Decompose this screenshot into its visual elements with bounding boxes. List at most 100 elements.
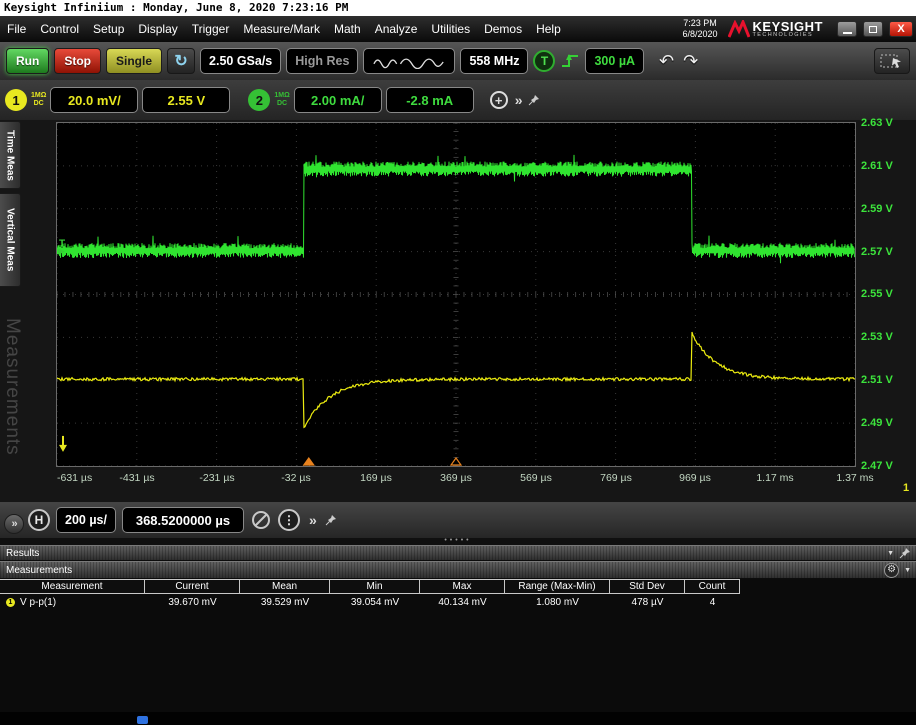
channel-2-button[interactable]: 2: [248, 89, 270, 111]
zoom-icon: [250, 509, 272, 531]
measurements-watermark: Measurements: [1, 318, 23, 456]
trigger-button[interactable]: T: [533, 50, 555, 72]
menu-control[interactable]: Control: [33, 16, 86, 42]
x-axis-tick: -431 µs: [119, 472, 154, 484]
tab-vertical-meas[interactable]: Vertical Meas: [0, 193, 21, 287]
run-control-toolbar: Run Stop Single ↻ 2.50 GSa/s High Res 55…: [0, 42, 916, 80]
x-axis-tick: -231 µs: [199, 472, 234, 484]
channel-1-button[interactable]: 1: [5, 89, 27, 111]
y-axis-tick: 2.49 V: [861, 417, 915, 429]
waveform-area: Time Meas Vertical Meas Measurements T 2…: [0, 120, 916, 502]
x-axis-tick: 969 µs: [679, 472, 711, 484]
measurements-collapse-chevron[interactable]: ▼: [904, 567, 911, 574]
clock: 7:23 PM 6/8/2020: [682, 18, 717, 40]
column-header-range: Range (Max-Min): [505, 580, 610, 593]
y-axis-tick: 2.51 V: [861, 374, 915, 386]
minimize-button[interactable]: [837, 21, 857, 37]
measurement-count: 4: [685, 597, 740, 608]
y-axis-tick: 2.59 V: [861, 203, 915, 215]
measurements-settings-button[interactable]: ⚙: [884, 563, 899, 578]
bandwidth-display[interactable]: 558 MHz: [460, 48, 528, 74]
measurement-max: 40.134 mV: [420, 597, 505, 608]
results-header-controls: ▼: [887, 547, 916, 559]
results-pin-icon[interactable]: [899, 547, 911, 559]
hbar-pin-icon[interactable]: [325, 514, 337, 526]
hbar-more-chevron[interactable]: »: [306, 512, 319, 528]
sine-wave-icon: [372, 53, 446, 69]
x-axis-tick: 769 µs: [600, 472, 632, 484]
single-button[interactable]: Single: [106, 48, 162, 74]
tab-time-meas[interactable]: Time Meas: [0, 121, 21, 189]
measurement-row[interactable]: 1 V p-p(1) 39.670 mV 39.529 mV 39.054 mV…: [0, 594, 740, 610]
trigger-slope-icon[interactable]: [560, 51, 580, 71]
column-header-stddev: Std Dev: [610, 580, 685, 593]
measurement-name-cell: 1 V p-p(1): [0, 597, 145, 608]
close-button[interactable]: X: [889, 21, 913, 37]
keysight-spark-icon: [728, 20, 750, 38]
waveform-style-button[interactable]: [363, 48, 455, 74]
y-axis-tick: 2.47 V: [861, 460, 915, 472]
y-axis-tick: 2.57 V: [861, 246, 915, 258]
panel-drag-handle[interactable]: •••••: [0, 537, 916, 544]
measurement-min: 39.054 mV: [330, 597, 420, 608]
run-button[interactable]: Run: [6, 48, 49, 74]
dots-icon: ⋮: [283, 513, 295, 527]
measurement-mean: 39.529 mV: [240, 597, 330, 608]
menu-demos[interactable]: Demos: [477, 16, 529, 42]
channel-2-scale[interactable]: 2.00 mA/: [294, 87, 382, 113]
channel-pin-icon[interactable]: [528, 94, 540, 106]
horizontal-settings-button[interactable]: H: [28, 509, 50, 531]
menu-file[interactable]: File: [0, 16, 33, 42]
timebase-scale[interactable]: 200 µs/: [56, 507, 116, 533]
restore-button[interactable]: [863, 21, 883, 37]
trigger-level-display[interactable]: 300 µA: [585, 48, 644, 74]
y-axis-tick: 2.63 V: [861, 117, 915, 129]
acquisition-mode-display[interactable]: High Res: [286, 48, 358, 74]
sample-rate-display[interactable]: 2.50 GSa/s: [200, 48, 281, 74]
markers-button[interactable]: ⋮: [278, 509, 300, 531]
measurement-current: 39.670 mV: [145, 597, 240, 608]
channel-2-offset[interactable]: -2.8 mA: [386, 87, 474, 113]
measurements-panel-header[interactable]: Measurements ⚙ ▼: [0, 561, 916, 579]
bottom-strip: [0, 712, 916, 725]
results-title: Results: [0, 548, 39, 559]
channel-2-coupling: 1MΩ DC: [274, 92, 289, 108]
menu-utilities[interactable]: Utilities: [424, 16, 477, 42]
brand-text: KEYSIGHT TECHNOLOGIES: [753, 20, 823, 39]
timebase-position[interactable]: 368.5200000 µs: [122, 507, 244, 533]
column-header-mean: Mean: [240, 580, 330, 593]
menu-setup[interactable]: Setup: [86, 16, 131, 42]
add-waveform-button[interactable]: +: [490, 91, 508, 109]
y-axis-tick: 2.55 V: [861, 288, 915, 300]
menu-analyze[interactable]: Analyze: [368, 16, 425, 42]
selection-tool-icon: [880, 52, 904, 70]
stop-button[interactable]: Stop: [54, 48, 101, 74]
x-axis-tick: -631 µs: [57, 472, 92, 484]
column-header-max: Max: [420, 580, 505, 593]
results-panel-header[interactable]: Results ▼: [0, 545, 916, 561]
channel-1-scale[interactable]: 20.0 mV/: [50, 87, 138, 113]
menu-measure-mark[interactable]: Measure/Mark: [236, 16, 327, 42]
x-axis-tick: 169 µs: [360, 472, 392, 484]
x-axis-tick: 569 µs: [520, 472, 552, 484]
gear-icon: ⚙: [887, 565, 896, 575]
menu-help[interactable]: Help: [529, 16, 568, 42]
menu-math[interactable]: Math: [327, 16, 368, 42]
restore-icon: [869, 26, 877, 33]
menu-display[interactable]: Display: [131, 16, 184, 42]
clear-display-button[interactable]: ↻: [167, 48, 195, 74]
waveform-plot[interactable]: T: [56, 122, 856, 467]
brand-subtitle: TECHNOLOGIES: [753, 33, 823, 39]
expand-panel-button[interactable]: »: [4, 514, 24, 534]
column-header-current: Current: [145, 580, 240, 593]
measurement-badge: 1: [6, 598, 15, 607]
channel-more-chevron[interactable]: »: [512, 92, 525, 108]
results-collapse-chevron[interactable]: ▼: [887, 550, 894, 557]
measurements-title: Measurements: [0, 565, 72, 576]
undo-button[interactable]: ↶: [657, 51, 676, 72]
selection-tool-button[interactable]: [874, 48, 910, 74]
channel-1-offset[interactable]: 2.55 V: [142, 87, 230, 113]
menu-trigger[interactable]: Trigger: [185, 16, 237, 42]
zoom-button[interactable]: [250, 509, 272, 531]
redo-button[interactable]: ↷: [681, 51, 700, 72]
